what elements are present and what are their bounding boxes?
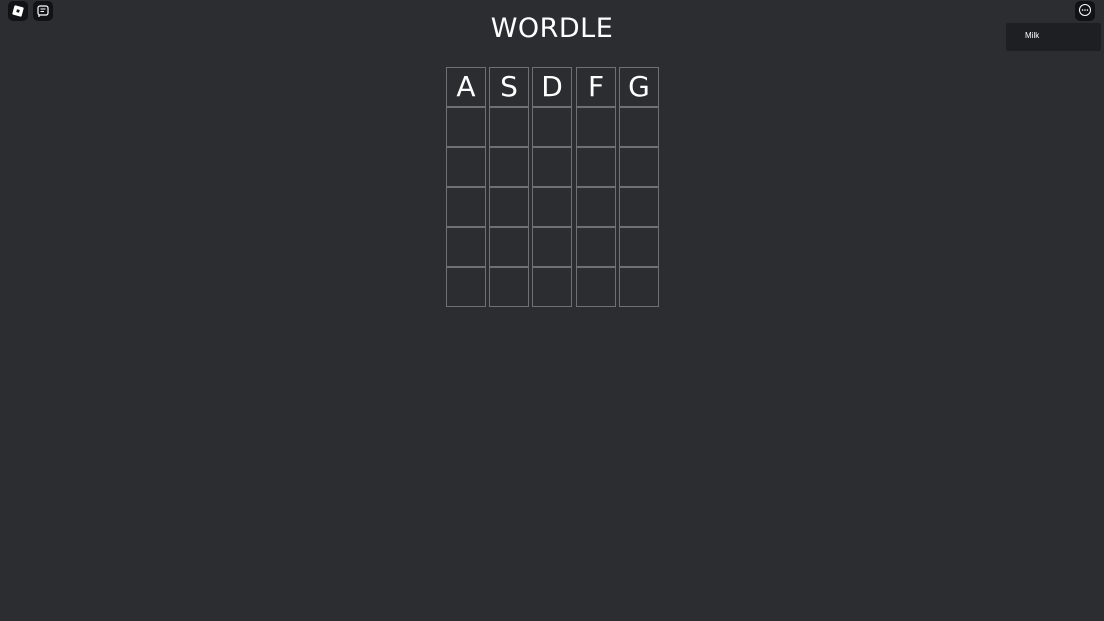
letter-tile	[489, 107, 529, 147]
letter-tile	[489, 227, 529, 267]
letter-tile	[576, 107, 616, 147]
player-name[interactable]: Milk	[1025, 31, 1039, 41]
letter-tile	[576, 147, 616, 187]
letter-tile: A	[446, 67, 486, 107]
letter-tile	[532, 227, 572, 267]
letter-tile	[489, 187, 529, 227]
letter-tile: S	[489, 67, 529, 107]
game-screen: Milk WORDLE ASDFG	[0, 0, 1104, 621]
letter-tile: F	[576, 67, 616, 107]
board-row	[446, 107, 659, 147]
board-row	[446, 187, 659, 227]
letter-tile	[619, 147, 659, 187]
letter-tile	[446, 147, 486, 187]
letter-tile	[532, 267, 572, 307]
chat-button[interactable]	[33, 1, 53, 21]
letter-tile	[619, 107, 659, 147]
letter-tile	[489, 147, 529, 187]
letter-tile: D	[532, 67, 572, 107]
letter-tile	[489, 267, 529, 307]
letter-tile	[532, 187, 572, 227]
board-row	[446, 227, 659, 267]
letter-tile	[446, 187, 486, 227]
letter-tile	[619, 227, 659, 267]
letter-tile: G	[619, 67, 659, 107]
chat-icon	[36, 4, 50, 18]
letter-tile	[532, 107, 572, 147]
letter-tile	[576, 267, 616, 307]
game-title: WORDLE	[490, 13, 614, 44]
letter-tile	[576, 227, 616, 267]
more-options-icon	[1078, 2, 1092, 21]
player-list: Milk	[1006, 23, 1101, 51]
wordle-board: ASDFG	[446, 67, 659, 307]
letter-tile	[446, 227, 486, 267]
roblox-logo-icon	[11, 4, 25, 18]
letter-tile	[446, 267, 486, 307]
letter-tile	[576, 187, 616, 227]
board-row: ASDFG	[446, 67, 659, 107]
more-options-button[interactable]	[1075, 1, 1095, 21]
board-row	[446, 267, 659, 307]
roblox-menu-button[interactable]	[8, 1, 28, 21]
letter-tile	[619, 187, 659, 227]
letter-tile	[619, 267, 659, 307]
letter-tile	[446, 107, 486, 147]
letter-tile	[532, 147, 572, 187]
board-row	[446, 147, 659, 187]
